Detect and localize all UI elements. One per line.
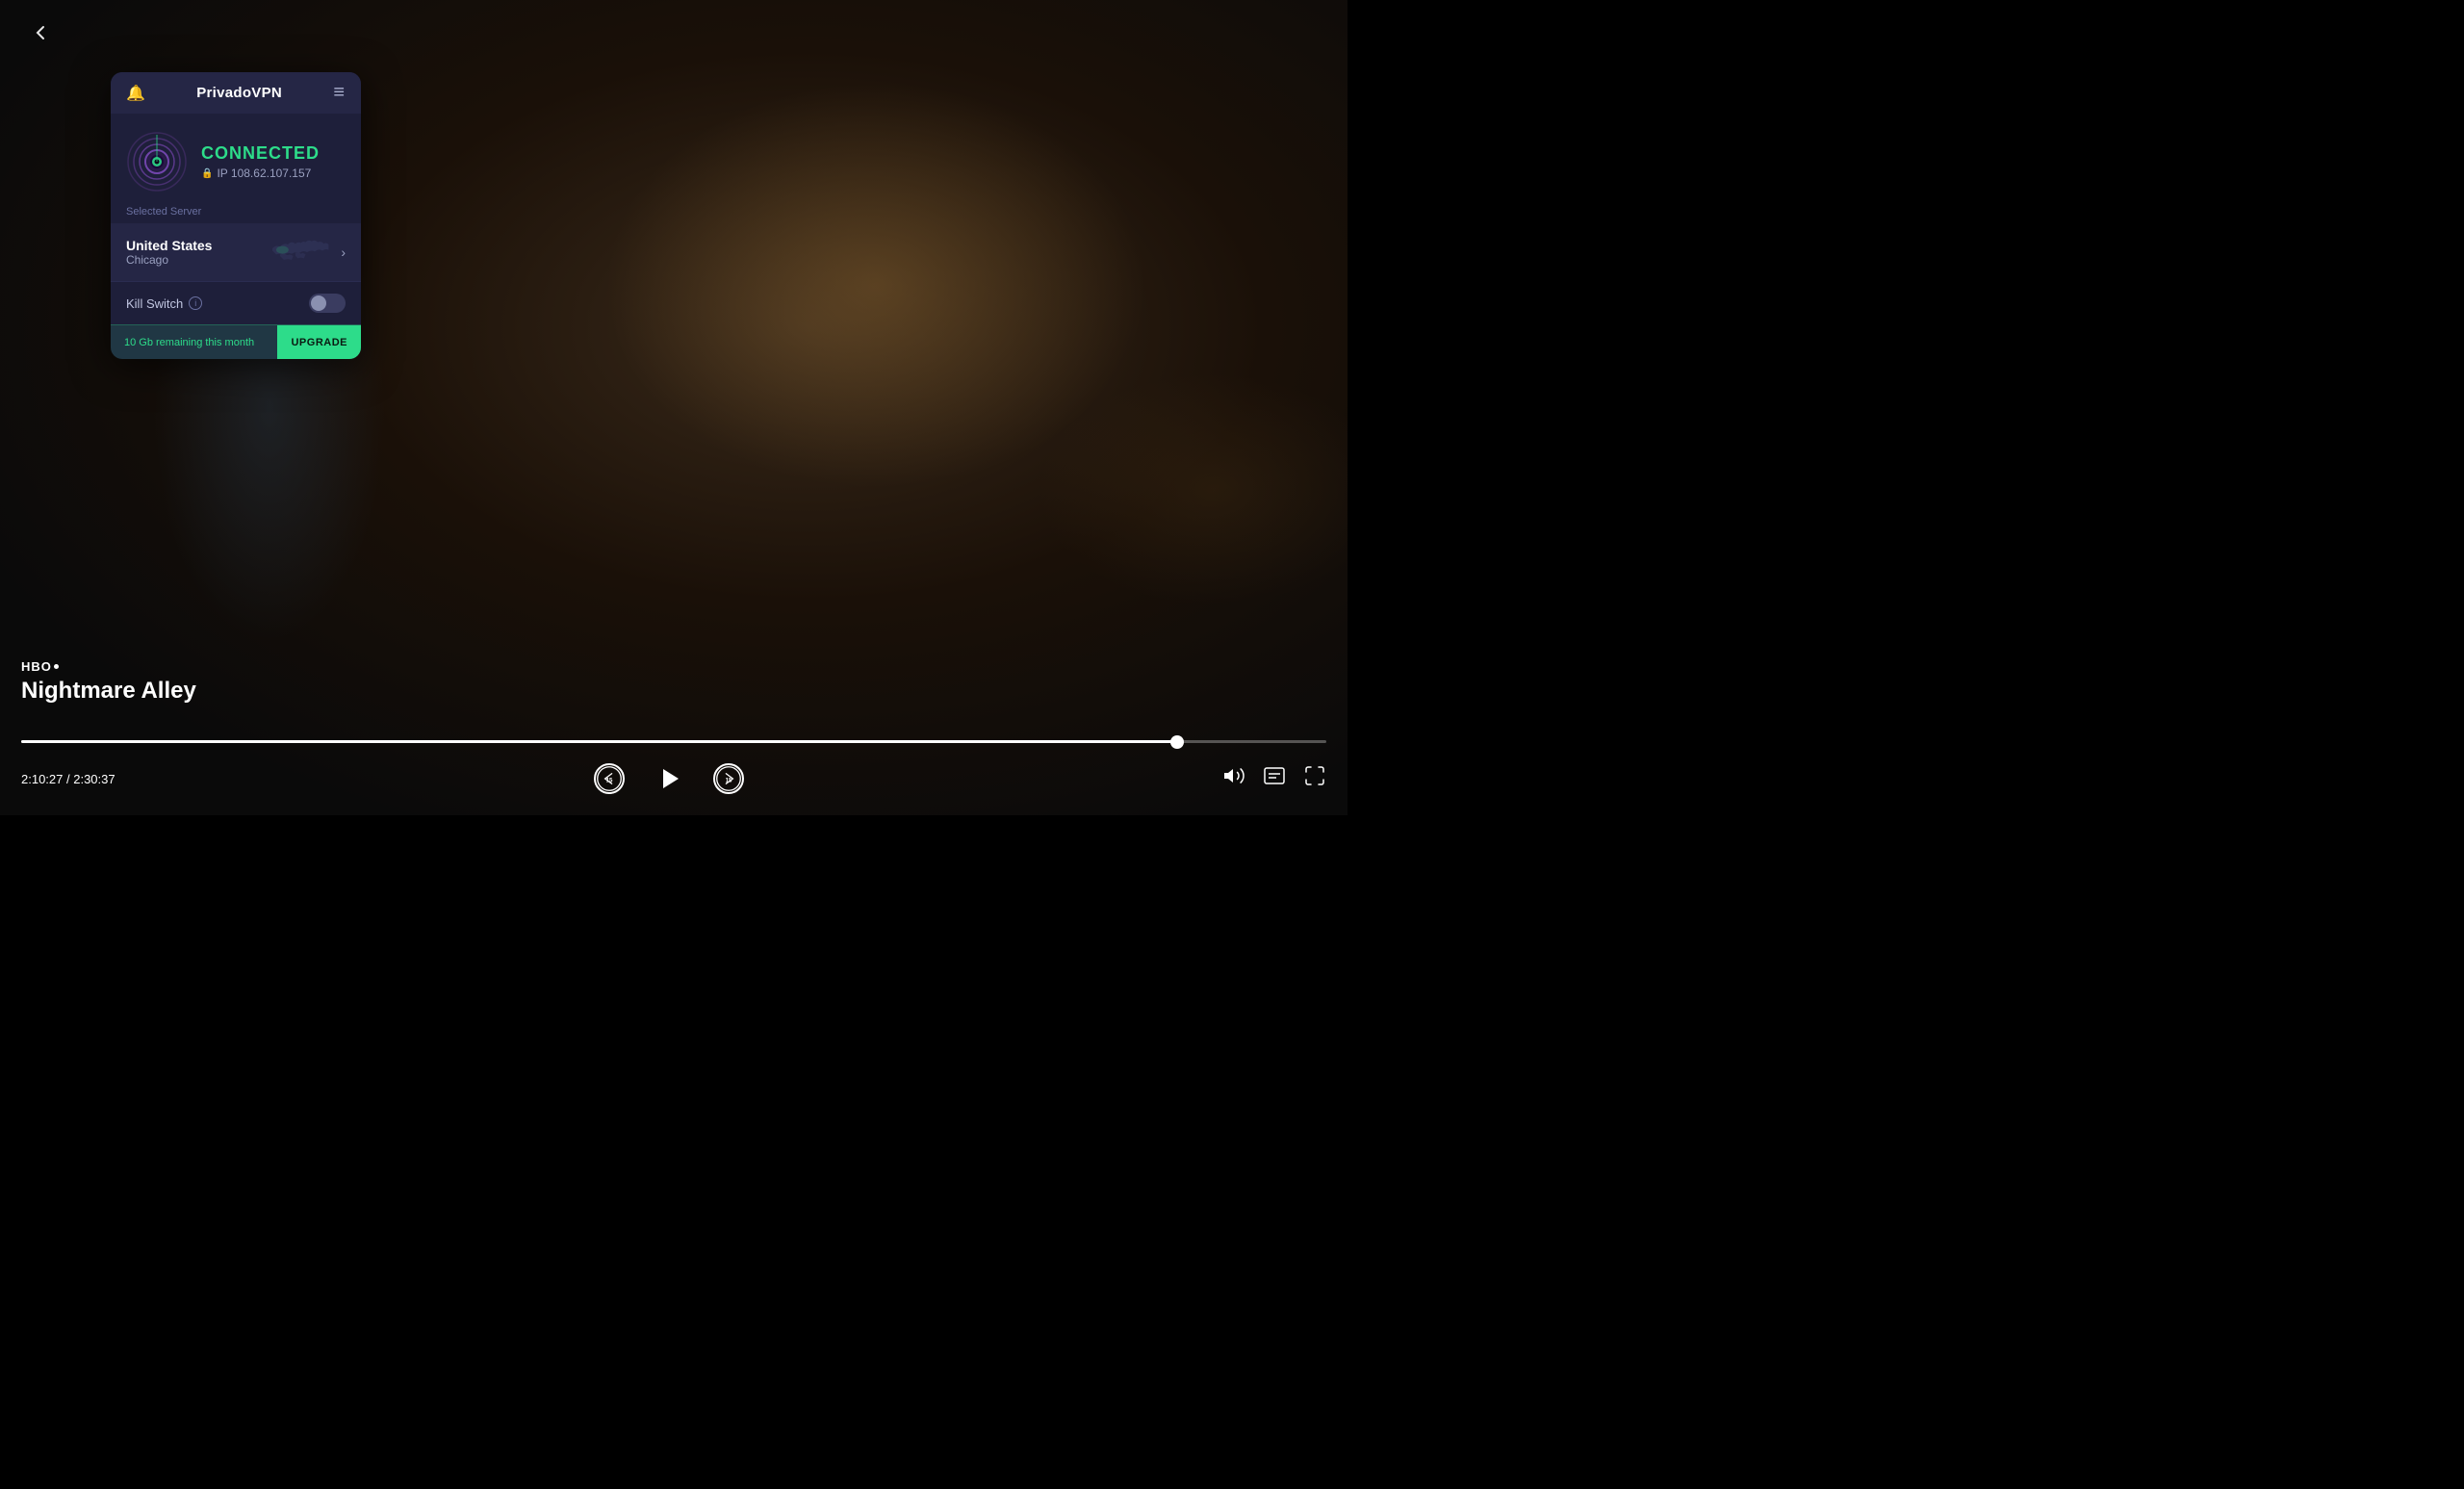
selected-server-label: Selected Server	[111, 206, 361, 223]
content-title: Nightmare Alley	[21, 678, 196, 705]
vpn-status-text: CONNECTED	[201, 143, 346, 164]
server-row[interactable]: United States Chicago ›	[111, 223, 361, 281]
center-controls: 15 15	[116, 761, 1222, 796]
kill-switch-toggle[interactable]	[309, 294, 346, 313]
vpn-footer: 10 Gb remaining this month UPGRADE	[111, 324, 361, 359]
back-button[interactable]	[29, 21, 52, 51]
server-country: United States	[126, 238, 258, 253]
hbo-dot	[54, 664, 59, 669]
right-controls	[1222, 764, 1326, 793]
server-info: United States Chicago	[126, 238, 258, 267]
server-city: Chicago	[126, 253, 258, 267]
skip-forward-button[interactable]: 15	[713, 763, 744, 794]
bell-icon[interactable]: 🔔	[126, 84, 145, 103]
info-icon[interactable]: i	[189, 296, 202, 310]
progress-bar[interactable]	[21, 740, 1326, 743]
fullscreen-button[interactable]	[1303, 764, 1326, 793]
time-display: 2:10:27 / 2:30:37	[21, 772, 116, 786]
kill-switch-row: Kill Switch i	[111, 281, 361, 324]
controls-bar: 2:10:27 / 2:30:37 15 15	[21, 761, 1326, 796]
remaining-data-text: 10 Gb remaining this month	[111, 337, 277, 348]
progress-thumb	[1170, 735, 1184, 749]
progress-fill	[21, 740, 1177, 743]
vpn-ip-address: 🔒 IP 108.62.107.157	[201, 167, 346, 180]
content-info: HBO Nightmare Alley	[21, 659, 196, 705]
progress-bar-container[interactable]	[21, 740, 1326, 743]
hbo-text: HBO	[21, 659, 52, 674]
play-button[interactable]	[652, 761, 686, 796]
lock-icon: 🔒	[201, 168, 213, 179]
kill-switch-label: Kill Switch i	[126, 296, 202, 311]
radar-animation	[126, 131, 188, 193]
subtitles-button[interactable]	[1263, 764, 1286, 793]
vpn-status-info: CONNECTED 🔒 IP 108.62.107.157	[201, 143, 346, 180]
vpn-title: PrivadoVPN	[196, 85, 282, 101]
vpn-widget: 🔔 PrivadoVPN ≡ CONNECTED	[111, 72, 361, 359]
toggle-knob	[311, 295, 326, 311]
skip-back-button[interactable]: 15	[594, 763, 625, 794]
menu-icon[interactable]: ≡	[333, 82, 346, 104]
hbo-logo: HBO	[21, 659, 196, 674]
vpn-connected-area: CONNECTED 🔒 IP 108.62.107.157	[111, 114, 361, 206]
volume-button[interactable]	[1222, 764, 1245, 793]
server-chevron-icon: ›	[341, 244, 346, 260]
svg-text:15: 15	[605, 778, 612, 784]
vpn-header: 🔔 PrivadoVPN ≡	[111, 72, 361, 114]
upgrade-button[interactable]: UPGRADE	[277, 325, 361, 360]
svg-text:15: 15	[725, 778, 732, 784]
world-map-icon	[266, 233, 333, 271]
